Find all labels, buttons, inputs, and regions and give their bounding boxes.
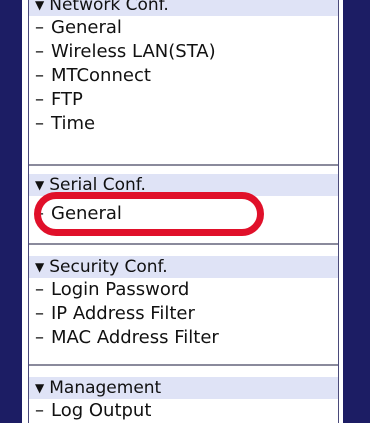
section-title: Network Conf. [49, 0, 169, 15]
nav-item-label: FTP [51, 89, 83, 110]
screenshot-stage: ▼ Network Conf. – General – Wireless LAN(ST… [0, 0, 370, 423]
section-header-network-conf[interactable]: ▼ Network Conf. [29, 0, 338, 16]
nav-item-wireless-lan[interactable]: – Wireless LAN(STA) [29, 40, 338, 64]
nav-item-mtconnect[interactable]: – MTConnect [29, 64, 338, 88]
expand-triangle-icon: ▼ [35, 0, 45, 12]
section-title: Management [49, 378, 162, 398]
expand-triangle-icon: ▼ [35, 381, 45, 395]
section-title: Serial Conf. [49, 175, 146, 195]
nav-item-mac-address-filter[interactable]: – MAC Address Filter [29, 326, 338, 350]
nav-item-login-password[interactable]: – Login Password [29, 278, 338, 302]
section-divider [29, 164, 338, 166]
left-frame-bar [0, 0, 22, 423]
nav-item-label: General [51, 203, 122, 224]
nav-item-ip-address-filter[interactable]: – IP Address Filter [29, 302, 338, 326]
dash-icon: – [35, 327, 44, 348]
section-serial-conf: ▼ Serial Conf. – General [29, 174, 338, 226]
nav-item-label: Log Output [51, 400, 152, 421]
nav-item-label: General [51, 17, 122, 38]
section-header-management[interactable]: ▼ Management [29, 377, 338, 399]
section-title: Security Conf. [49, 257, 168, 277]
section-divider [29, 364, 338, 366]
nav-item-label: Wireless LAN(STA) [51, 41, 216, 62]
section-header-serial-conf[interactable]: ▼ Serial Conf. [29, 174, 338, 196]
section-divider [29, 243, 338, 245]
nav-item-network-general[interactable]: – General [29, 16, 338, 40]
right-frame-bar [343, 0, 370, 423]
nav-item-label: Time [51, 113, 96, 134]
dash-icon: – [35, 113, 44, 134]
dash-icon: – [35, 303, 44, 324]
nav-item-time[interactable]: – Time [29, 112, 338, 136]
dash-icon: – [35, 203, 44, 224]
nav-item-label: Login Password [51, 279, 190, 300]
dash-icon: – [35, 400, 44, 421]
expand-triangle-icon: ▼ [35, 260, 45, 274]
nav-item-label: IP Address Filter [51, 303, 195, 324]
section-management: ▼ Management – Log Output [29, 377, 338, 423]
nav-item-ftp[interactable]: – FTP [29, 88, 338, 112]
expand-triangle-icon: ▼ [35, 178, 45, 192]
section-network-conf: ▼ Network Conf. – General – Wireless LAN(ST… [29, 0, 338, 136]
dash-icon: – [35, 89, 44, 110]
nav-item-log-output[interactable]: – Log Output [29, 399, 338, 423]
section-security-conf: ▼ Security Conf. – Login Password – IP Addr… [29, 256, 338, 350]
dash-icon: – [35, 279, 44, 300]
navigation-panel: ▼ Network Conf. – General – Wireless LAN(ST… [28, 0, 339, 423]
section-header-security-conf[interactable]: ▼ Security Conf. [29, 256, 338, 278]
dash-icon: – [35, 17, 44, 38]
nav-item-label: MAC Address Filter [51, 327, 219, 348]
nav-item-serial-general[interactable]: – General [29, 202, 338, 226]
dash-icon: – [35, 41, 44, 62]
dash-icon: – [35, 65, 44, 86]
nav-item-label: MTConnect [51, 65, 151, 86]
